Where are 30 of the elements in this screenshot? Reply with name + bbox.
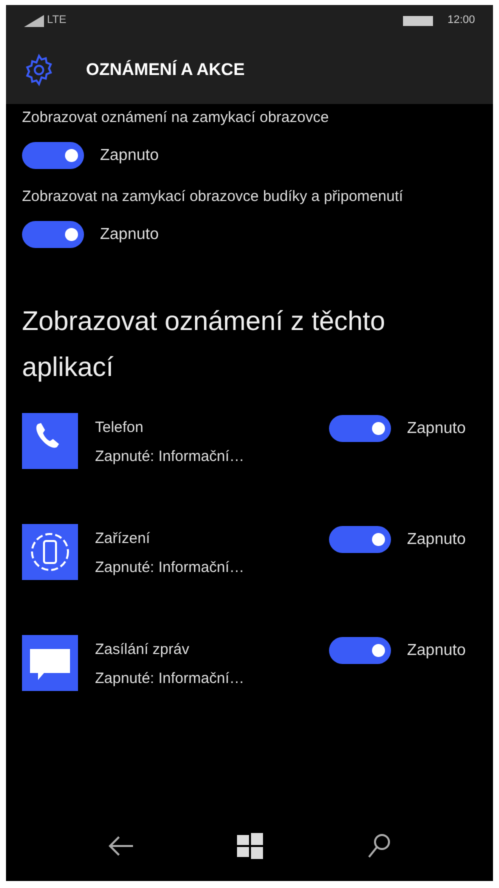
toggle-state-label: Zapnuto: [407, 530, 466, 550]
back-arrow-icon[interactable]: [108, 835, 134, 857]
phone-icon: [22, 413, 78, 469]
toggle-state-label: Zapnuto: [100, 146, 159, 166]
app-notification-detail: Zapnuté: Informační…: [95, 558, 246, 578]
section-heading: Zobrazovat oznámení z těchto aplikací: [22, 305, 386, 384]
toggle-state-label: Zapnuto: [407, 640, 466, 660]
app-name: Zařízení: [95, 529, 152, 549]
windows-logo-icon[interactable]: [237, 833, 264, 859]
toggle-switch[interactable]: [329, 637, 391, 664]
signal-icon: [24, 14, 44, 26]
battery-icon: [403, 16, 434, 26]
toggle-switch[interactable]: [22, 221, 84, 248]
toggle-switch[interactable]: [329, 415, 391, 442]
speech-bubble-icon: [22, 635, 78, 691]
page-title: OZNÁMENÍ A AKCE: [86, 59, 245, 82]
clock-time: 12:00: [447, 13, 475, 28]
network-label: LTE: [47, 13, 66, 28]
app-name: Zasílání zpráv: [95, 640, 190, 660]
app-name: Telefon: [95, 418, 144, 438]
toggle-switch[interactable]: [22, 142, 84, 169]
phone-device-icon: [22, 524, 78, 580]
toggle-state-label: Zapnuto: [407, 418, 466, 438]
search-icon[interactable]: [367, 833, 392, 859]
app-notification-detail: Zapnuté: Informační…: [95, 446, 246, 466]
setting-label: Zobrazovat oznámení na zamykací obrazovce: [22, 108, 330, 128]
setting-label: Zobrazovat na zamykací obrazovce budíky a připomenutí: [22, 187, 404, 207]
toggle-state-label: Zapnuto: [100, 224, 159, 244]
toggle-switch[interactable]: [329, 526, 391, 553]
app-notification-detail: Zapnuté: Informační…: [95, 668, 246, 688]
